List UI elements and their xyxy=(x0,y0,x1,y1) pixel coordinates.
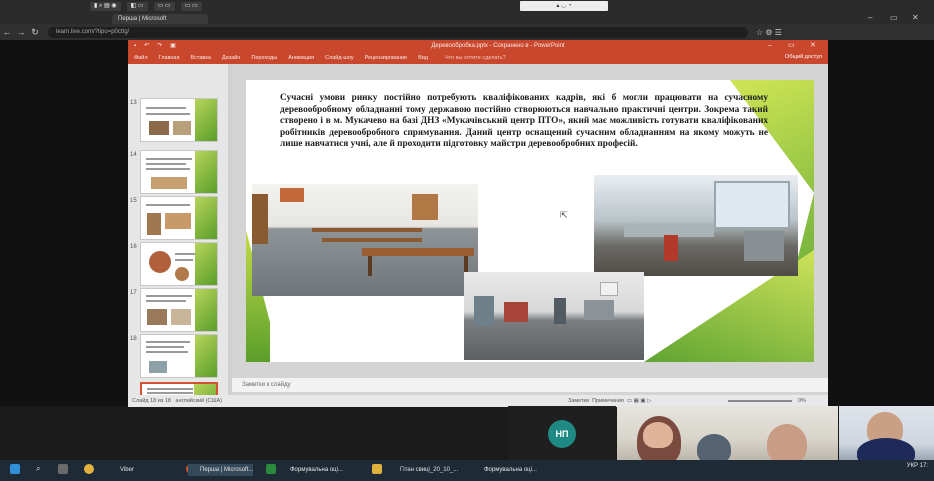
slide-editing-area: Сучасні умови ринку постійно потребують … xyxy=(232,64,828,395)
slide-thumbnails-pane: 13 14 15 16 17 18 xyxy=(128,64,228,395)
thumb-number: 13 xyxy=(130,100,137,106)
start-icon[interactable] xyxy=(10,464,20,474)
avatar: НП xyxy=(548,420,576,448)
task-view-icon[interactable] xyxy=(58,464,68,474)
remote-task-item[interactable]: ▭ ▭ xyxy=(153,1,175,11)
participant-tile-np[interactable]: НП xyxy=(508,406,616,460)
minimize-icon[interactable]: – xyxy=(868,13,872,23)
workshop-machines-photo[interactable] xyxy=(594,175,798,276)
ribbon-tabs: Файл Главная Вставка Дизайн Переходы Ани… xyxy=(128,52,828,64)
excel-icon[interactable] xyxy=(266,464,276,474)
slide-thumbnail[interactable] xyxy=(140,288,218,332)
workshop-hall-photo[interactable] xyxy=(464,272,644,360)
ppt-minimize-icon[interactable]: – xyxy=(768,40,772,52)
participant-video-tile[interactable] xyxy=(839,406,934,460)
thumb-number: 15 xyxy=(130,198,137,204)
slide-thumbnail-selected[interactable] xyxy=(140,382,218,395)
taskbar-item-doc1[interactable]: Формувальна оці... xyxy=(278,464,343,476)
slide-thumbnail[interactable] xyxy=(140,150,218,194)
document-title: Деревообробка.pptx - Сохранено в - Power… xyxy=(431,43,565,49)
reload-icon[interactable]: ↻ xyxy=(28,27,42,38)
windows-taskbar: ⌕ Viber Перша | Microsoft... Формувальна… xyxy=(0,460,934,481)
tab-home[interactable]: Главная xyxy=(159,55,180,61)
slide-thumbnail[interactable] xyxy=(140,196,218,240)
taskbar-item-viber[interactable]: Viber xyxy=(108,464,134,476)
notes-toggle[interactable]: Заметки xyxy=(568,398,589,404)
slide-thumbnail[interactable] xyxy=(140,242,218,286)
comments-toggle[interactable]: Примечания xyxy=(592,398,624,404)
folder-icon[interactable] xyxy=(372,464,382,474)
taskbar-item-browser[interactable]: Перша | Microsoft... xyxy=(188,464,254,476)
tell-me-search[interactable]: Что вы хотите сделать? xyxy=(445,55,506,61)
tab-view[interactable]: Вид xyxy=(418,55,428,61)
tab-insert[interactable]: Вставка xyxy=(190,55,210,61)
tab-review[interactable]: Рецензирование xyxy=(365,55,407,61)
remote-task-item[interactable]: ◧ ▭ xyxy=(126,1,148,11)
maximize-icon[interactable]: ▭ xyxy=(890,13,898,23)
taskbar-item-doc3[interactable]: Формувальна оці... xyxy=(472,464,537,476)
remote-task-item[interactable]: ▭ ▭ xyxy=(180,1,202,11)
zoom-slider[interactable] xyxy=(728,400,792,402)
participant-video-tile[interactable] xyxy=(617,406,838,460)
browser-tabstrip: Перша | Microsoft – ▭ ✕ xyxy=(0,12,934,24)
system-clock[interactable]: УКР 17: xyxy=(907,463,928,470)
thumb-number: 14 xyxy=(130,152,137,158)
search-icon[interactable]: ⌕ xyxy=(36,464,46,474)
slide-body-text[interactable]: Сучасні умови ринку постійно потребують … xyxy=(280,93,768,151)
ppt-close-icon[interactable]: ✕ xyxy=(810,40,816,52)
browser-tab[interactable]: Перша | Microsoft xyxy=(112,14,208,24)
slide-counter: Слайд 18 из 18 английский (США) xyxy=(132,398,223,404)
ppt-titlebar: ▪↶↷▣ Деревообробка.pptx - Сохранено в - … xyxy=(128,40,828,52)
tab-design[interactable]: Дизайн xyxy=(222,55,241,61)
tab-transitions[interactable]: Переходы xyxy=(251,55,277,61)
mouse-cursor-icon: ⇱ xyxy=(560,210,568,220)
forward-icon[interactable]: → xyxy=(14,27,28,37)
address-bar: ← → ↻ learn.live.com/?tipo=p0cttg/ ☆ ⚙ ☰ xyxy=(0,24,934,40)
taskbar-item-doc2[interactable]: Гітан свиці_20_10_... xyxy=(388,464,458,476)
thumb-number: 18 xyxy=(130,336,137,342)
remote-task-item[interactable]: ▮ ⌕ ▤ ◉ xyxy=(90,1,121,11)
extensions-icon[interactable]: ☆ ⚙ ☰ xyxy=(756,28,782,37)
slide-thumbnail[interactable] xyxy=(140,334,218,378)
ppt-maximize-icon[interactable]: ▭ xyxy=(788,40,795,52)
tab-file[interactable]: Файл xyxy=(134,55,148,61)
thumb-number: 17 xyxy=(130,290,137,296)
notes-pane[interactable]: Заметки к слайду xyxy=(232,378,828,392)
slide[interactable]: Сучасні умови ринку постійно потребують … xyxy=(246,80,814,362)
share-button[interactable]: Общий доступ xyxy=(785,54,822,60)
close-icon[interactable]: ✕ xyxy=(912,13,919,23)
quick-access-toolbar[interactable]: ▪↶↷▣ xyxy=(134,40,184,52)
thumb-number: 16 xyxy=(130,244,137,250)
slide-thumbnail[interactable] xyxy=(140,98,218,142)
url-field[interactable]: learn.live.com/?tipo=p0cttg/ xyxy=(48,26,748,38)
chrome-icon[interactable] xyxy=(84,464,94,474)
powerpoint-window: ▪↶↷▣ Деревообробка.pptx - Сохранено в - … xyxy=(128,40,828,407)
back-icon[interactable]: ← xyxy=(0,27,14,37)
remote-tray: ▴ ◡ ◔ xyxy=(520,1,608,11)
tab-slideshow[interactable]: Слайд-шоу xyxy=(325,55,354,61)
tab-animations[interactable]: Анимация xyxy=(288,55,314,61)
remote-taskbar: ▮ ⌕ ▤ ◉ ◧ ▭ ▭ ▭ ▭ ▭ ▴ ◡ ◔ xyxy=(0,0,934,12)
language-indicator[interactable]: английский (США) xyxy=(176,398,223,404)
classroom-photo[interactable] xyxy=(252,184,478,296)
